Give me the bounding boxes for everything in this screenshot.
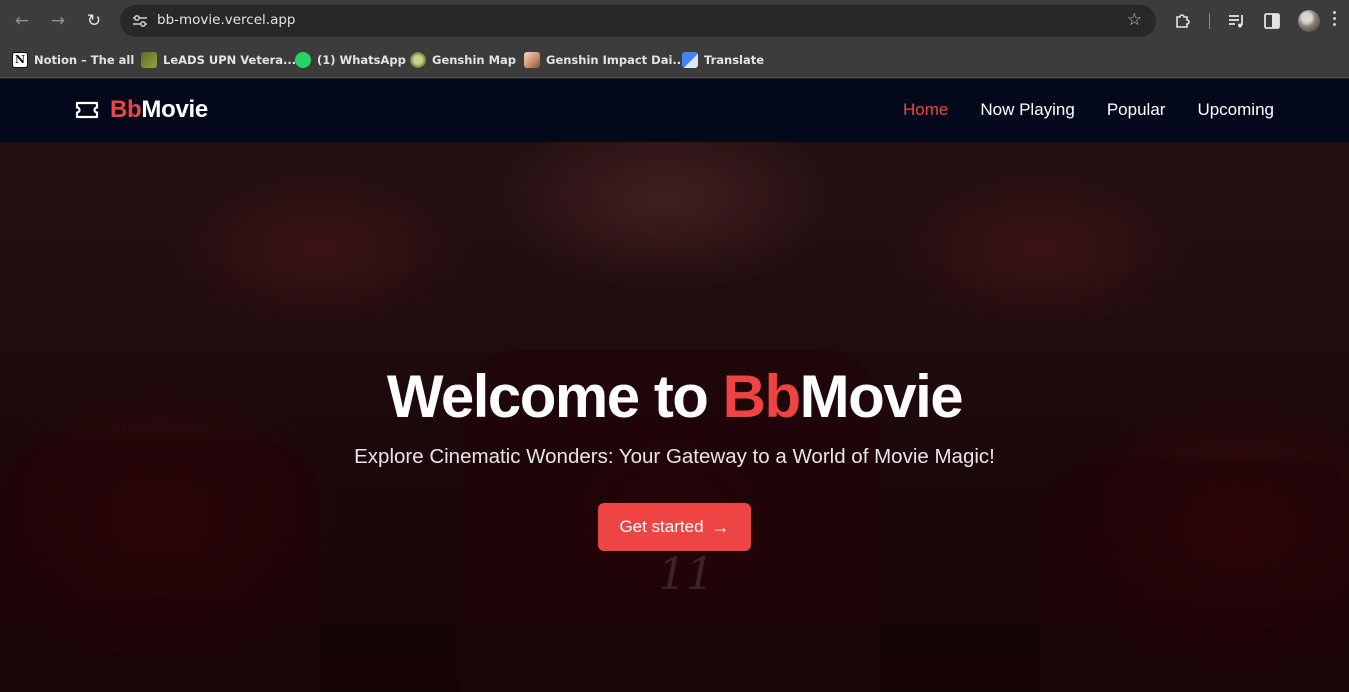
get-started-button[interactable]: Get started → xyxy=(598,503,751,551)
whatsapp-icon xyxy=(295,52,311,68)
bookmark-translate[interactable]: Translate xyxy=(682,50,764,70)
brand-suffix: Movie xyxy=(141,96,208,123)
bookmark-label: Translate xyxy=(704,53,765,67)
bookmark-notion[interactable]: N Notion – The all xyxy=(12,50,134,70)
main-nav: Home Now Playing Popular Upcoming xyxy=(903,100,1274,120)
bookmark-leads[interactable]: LeADS UPN Vetera... xyxy=(141,50,296,70)
nav-now-playing[interactable]: Now Playing xyxy=(980,100,1075,120)
bookmark-genshin-impact[interactable]: Genshin Impact Dai... xyxy=(524,50,686,70)
ticket-icon xyxy=(75,101,99,119)
brand-prefix: Bb xyxy=(110,96,142,123)
bookmark-label: Genshin Map xyxy=(432,53,517,67)
browser-menu-icon[interactable] xyxy=(1333,11,1337,29)
genshin-impact-icon xyxy=(524,52,540,68)
nav-upcoming[interactable]: Upcoming xyxy=(1197,100,1274,120)
bookmark-whatsapp[interactable]: (1) WhatsApp xyxy=(295,50,406,70)
site-navbar: BbMovie Home Now Playing Popular Upcomin… xyxy=(0,79,1349,142)
site-settings-icon[interactable] xyxy=(130,11,150,31)
hero-title: Welcome to BbMovie xyxy=(0,362,1349,431)
brand-name: BbMovie xyxy=(110,96,208,124)
hero-title-prefix: Welcome to xyxy=(386,363,723,430)
translate-icon xyxy=(682,52,698,68)
bookmark-label: (1) WhatsApp xyxy=(317,53,406,67)
arrow-right-icon: → xyxy=(711,516,730,537)
forward-arrow-icon[interactable]: → xyxy=(46,9,70,33)
extensions-icon[interactable] xyxy=(1172,10,1194,32)
bookmark-label: Notion – The all xyxy=(34,53,135,67)
web-page: 11 BbMovie Home Now Playing Popular Upco… xyxy=(0,79,1349,692)
hero-title-brand-accent: Bb xyxy=(722,363,801,430)
hero-subtitle: Explore Cinematic Wonders: Your Gateway … xyxy=(354,445,995,468)
bookmark-label: Genshin Impact Dai... xyxy=(546,53,686,67)
nav-popular[interactable]: Popular xyxy=(1107,100,1166,120)
notion-icon: N xyxy=(12,52,28,68)
hero-title-brand-rest: Movie xyxy=(799,363,964,430)
media-queue-icon[interactable] xyxy=(1226,10,1248,32)
address-bar[interactable]: bb-movie.vercel.app ☆ xyxy=(120,5,1156,37)
genshin-map-icon xyxy=(410,52,426,68)
get-started-label: Get started xyxy=(619,517,704,536)
bookmark-label: LeADS UPN Vetera... xyxy=(163,53,297,67)
reload-icon[interactable]: ↻ xyxy=(82,9,106,33)
url-text[interactable]: bb-movie.vercel.app xyxy=(157,12,296,28)
bookmarks-bar: N Notion – The all LeADS UPN Vetera... (… xyxy=(0,42,1349,78)
back-arrow-icon[interactable]: ← xyxy=(10,9,34,33)
toolbar-divider xyxy=(1209,13,1210,29)
nav-home[interactable]: Home xyxy=(903,100,948,120)
profile-avatar[interactable] xyxy=(1298,10,1320,32)
side-panel-icon[interactable] xyxy=(1261,10,1283,32)
bookmark-genshin-map[interactable]: Genshin Map xyxy=(410,50,516,70)
site-logo[interactable]: BbMovie xyxy=(74,96,208,124)
browser-toolbar: ← → ↻ bb-movie.vercel.app ☆ xyxy=(0,0,1349,42)
leads-icon xyxy=(141,52,157,68)
bookmark-star-icon[interactable]: ☆ xyxy=(1127,10,1142,30)
